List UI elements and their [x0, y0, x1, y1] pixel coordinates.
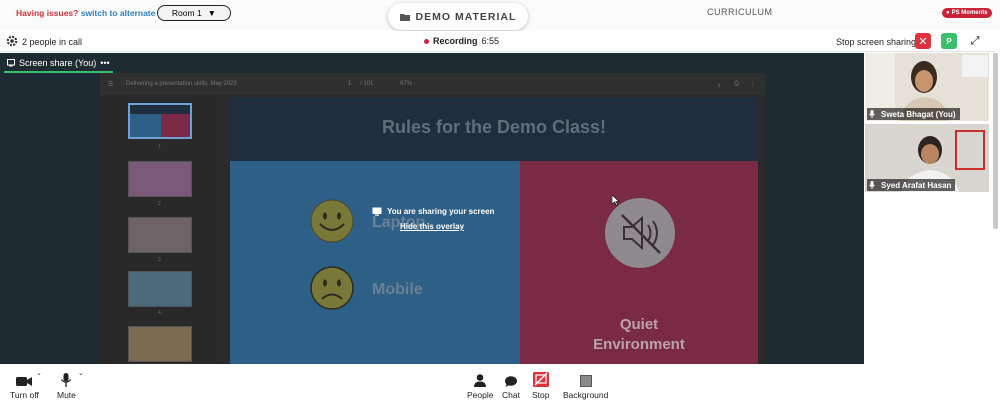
camera-options-caret-icon[interactable]: ⌄: [36, 369, 42, 377]
participant-name-tag: Syed Arafat Hasan: [867, 179, 956, 191]
speaker-muted-icon: [605, 198, 675, 268]
thumbnail-number: 2: [158, 201, 161, 207]
chat-label: Chat: [502, 390, 520, 400]
curriculum-tab[interactable]: CURRICULUM: [707, 7, 773, 17]
recording-indicator: Recording 6:55: [424, 36, 499, 46]
cursor-icon: [612, 195, 620, 206]
mic-options-caret-icon[interactable]: ⌄: [78, 369, 84, 377]
chat-bubble-icon: [504, 376, 517, 387]
turn-off-label: Turn off: [10, 390, 39, 400]
room-label: Room 1: [171, 8, 202, 18]
recording-time: 6:55: [481, 36, 500, 46]
person-icon: [474, 374, 487, 387]
more-options-icon[interactable]: •••: [100, 58, 109, 68]
screen-share-label: Screen share (You): [19, 58, 97, 68]
thumbnail-number: 1: [158, 144, 161, 150]
sharing-overlay: You are sharing your screen Hide this ov…: [372, 205, 502, 235]
pdf-zoom[interactable]: 67%: [400, 81, 412, 87]
thumbnail-page-3[interactable]: [128, 217, 192, 253]
screen-share-icon: [7, 59, 15, 67]
mobile-label: Mobile: [372, 281, 423, 298]
quiet-environment-label: Quiet Environment: [520, 315, 758, 355]
ps-moments-badge[interactable]: ● PS Moments: [942, 8, 992, 18]
participant-avatar-button[interactable]: P: [941, 33, 957, 49]
call-bar: 2 people in call Recording 6:55 Stop scr…: [0, 31, 996, 52]
slide-title: Rules for the Demo Class!: [381, 117, 607, 137]
quiet-line1: Quiet: [619, 316, 659, 333]
sharing-text: You are sharing your screen: [387, 207, 495, 216]
background-icon: [579, 375, 592, 387]
pdf-thumbnails: 1 2 3 4: [100, 95, 220, 364]
thumbnail-number: 3: [158, 257, 161, 263]
camera-icon: ●: [946, 10, 950, 16]
pdf-page-number[interactable]: 1: [348, 81, 351, 87]
thumbnail-page-5[interactable]: [128, 326, 192, 362]
demo-material-tab[interactable]: DEMO MATERIAL: [388, 3, 528, 30]
chevron-down-icon: ▼: [207, 8, 217, 18]
smiley-happy-icon: [310, 199, 354, 243]
pdf-toolbar: ☰ Delivering a presentation skills: May …: [100, 73, 765, 95]
recording-dot-icon: [424, 38, 429, 44]
stop-label: Stop: [532, 390, 550, 400]
participant-name: Sweta Bhagat (You): [881, 109, 956, 119]
screen-share-stage: Screen share (You) ••• ☰ Delivering a pr…: [0, 53, 864, 364]
issues-text: Having issues?: [16, 8, 79, 18]
thumbnail-page-2[interactable]: [128, 161, 192, 197]
thumbnail-page-1[interactable]: [128, 103, 192, 139]
demo-material-label: DEMO MATERIAL: [415, 10, 517, 23]
screen-share-tab[interactable]: Screen share (You) •••: [4, 55, 113, 73]
thumbnail-page-4[interactable]: [128, 271, 192, 307]
recording-label: Recording: [433, 36, 478, 46]
participant-tile[interactable]: Sweta Bhagat (You): [865, 53, 989, 121]
participant-name-tag: Sweta Bhagat (You): [867, 108, 960, 120]
menu-icon[interactable]: ☰: [108, 81, 113, 88]
smiley-sad-icon: [310, 266, 354, 310]
download-icon[interactable]: ⭳: [718, 81, 720, 91]
background-label: Background: [563, 390, 609, 400]
participants-scrollbar[interactable]: [993, 53, 998, 229]
pdf-page-total: / 101: [360, 81, 374, 87]
microphone-icon: [61, 373, 72, 387]
participant-tile[interactable]: Syed Arafat Hasan: [865, 124, 989, 192]
print-icon[interactable]: ⎙: [734, 81, 739, 88]
slide-right-panel: Quiet Environment: [520, 161, 758, 364]
chat-button[interactable]: Chat: [502, 371, 520, 400]
quiet-line2: Environment: [593, 336, 685, 353]
stop-screen-share-icon: [532, 372, 549, 387]
pdf-title: Delivering a presentation skills: May 20…: [126, 81, 237, 87]
people-button[interactable]: People: [467, 371, 493, 400]
video-camera-icon: [16, 377, 33, 386]
mute-label: Mute: [57, 390, 76, 400]
issues-notice: Having issues? switch to alternate room: [16, 8, 179, 18]
people-label: People: [467, 390, 494, 400]
room-selector[interactable]: Room 1 ▼: [157, 5, 231, 21]
bottom-control-bar: Turn off ⌄ Mute ⌄ People Chat Stop Backg…: [0, 364, 1000, 406]
hide-overlay-link[interactable]: Hide this overlay: [400, 222, 464, 231]
participant-name: Syed Arafat Hasan: [881, 180, 952, 190]
people-in-call: 2 people in call: [22, 37, 83, 47]
stop-share-close-button[interactable]: ✕: [915, 33, 931, 49]
stop-share-button[interactable]: Stop: [532, 371, 550, 400]
background-object: [955, 130, 985, 170]
gear-icon[interactable]: [6, 35, 18, 47]
turn-off-camera-button[interactable]: Turn off: [10, 371, 39, 400]
top-bar: Having issues? switch to alternate room …: [0, 0, 1000, 30]
folder-icon: [399, 13, 410, 21]
thumbnail-number: 4: [158, 310, 161, 316]
mute-button[interactable]: Mute: [57, 371, 76, 400]
stop-screen-sharing-label[interactable]: Stop screen sharing: [836, 37, 916, 47]
mic-icon: [869, 110, 875, 118]
wall-poster: [962, 55, 988, 77]
screen-share-icon: [372, 207, 382, 216]
more-vert-icon[interactable]: ⋮: [750, 81, 756, 88]
expand-icon[interactable]: ⤢: [968, 34, 982, 48]
mic-icon: [869, 181, 875, 189]
slide-left-panel: Laptop Mobile: [230, 161, 520, 364]
background-button[interactable]: Background: [563, 371, 608, 400]
moments-label: PS Moments: [951, 10, 988, 16]
